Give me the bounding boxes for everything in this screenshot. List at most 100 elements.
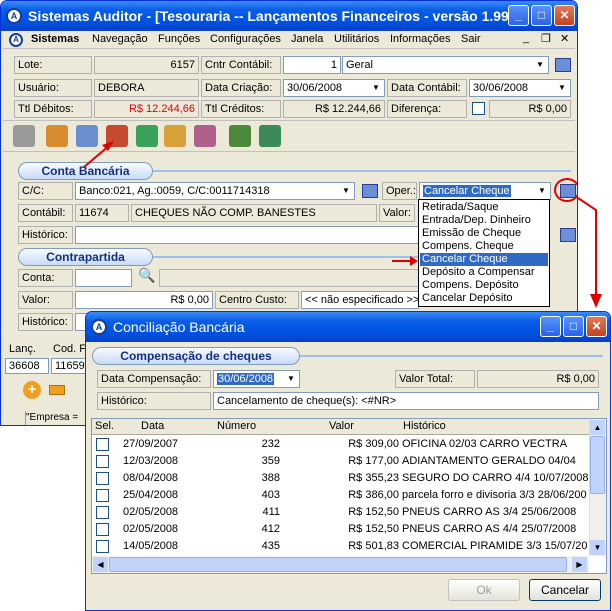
- user-search-icon[interactable]: [259, 125, 281, 147]
- menu-janela[interactable]: Janela: [291, 33, 323, 45]
- cell-historico: OFICINA 02/03 CARRO VECTRA: [402, 438, 568, 450]
- cp-valor-field[interactable]: R$ 0,00: [75, 291, 213, 309]
- lookup-icon[interactable]: [555, 58, 571, 72]
- cell-valor: R$ 152,50: [348, 523, 399, 535]
- data-comp-date[interactable]: 30/06/2008 ▼: [213, 370, 300, 388]
- cntr-num-field[interactable]: 1: [283, 56, 341, 74]
- usuario-field: DEBORA: [94, 79, 199, 97]
- cc-lookup-icon[interactable]: [362, 184, 378, 198]
- row-checkbox[interactable]: [96, 489, 109, 502]
- menu-informacoes[interactable]: Informações: [390, 33, 451, 45]
- menu-funcoes[interactable]: Funções: [158, 33, 200, 45]
- col-sel[interactable]: Sel.: [95, 420, 114, 432]
- row-checkbox[interactable]: [96, 438, 109, 451]
- dropdown-option[interactable]: Retirada/Saque: [420, 201, 548, 214]
- historico-lookup-icon[interactable]: [560, 228, 576, 242]
- approve-icon[interactable]: [229, 125, 251, 147]
- cc-select[interactable]: Banco:021, Ag.:0059, C/C:0011714318 ▼: [75, 182, 355, 200]
- dialog-close-button[interactable]: ✕: [586, 316, 607, 337]
- scroll-thumb[interactable]: [590, 436, 605, 494]
- oper-dropdown-list: Retirada/Saque Entrada/Dep. Dinheiro Emi…: [418, 199, 550, 307]
- dialog-minimize-button[interactable]: _: [540, 316, 561, 337]
- row-checkbox[interactable]: [96, 455, 109, 468]
- scroll-h-thumb[interactable]: [109, 557, 567, 572]
- search-icon[interactable]: 🔍: [138, 267, 155, 284]
- divider: [300, 355, 603, 357]
- col-historico[interactable]: Histórico: [403, 420, 446, 432]
- chevron-down-icon[interactable]: ▼: [555, 81, 569, 95]
- withdraw-icon[interactable]: [194, 125, 216, 147]
- dropdown-option[interactable]: Emissão de Cheque: [420, 227, 548, 240]
- chevron-down-icon[interactable]: ▼: [284, 372, 298, 386]
- maximize-button[interactable]: □: [531, 5, 552, 26]
- menu-sair[interactable]: Sair: [461, 33, 481, 45]
- cell-data: 02/05/2008: [123, 523, 179, 535]
- ledger-icon[interactable]: [46, 125, 68, 147]
- oper-select[interactable]: Cancelar Cheque ▼: [419, 182, 551, 200]
- close-button[interactable]: ✕: [554, 5, 575, 26]
- grid-header-lanc: Lanç.: [9, 343, 36, 355]
- dropdown-option[interactable]: Compens. Cheque: [420, 240, 548, 253]
- chevron-down-icon[interactable]: ▼: [535, 184, 549, 198]
- dropdown-option[interactable]: Compens. Depósito: [420, 279, 548, 292]
- criacao-date[interactable]: 30/06/2008 ▼: [283, 79, 385, 97]
- cheque-book-icon[interactable]: [76, 125, 98, 147]
- bank-icon[interactable]: [106, 125, 128, 147]
- diferenca-checkbox[interactable]: [472, 102, 485, 115]
- minimize-button[interactable]: _: [508, 5, 529, 26]
- menu-configuracoes[interactable]: Configurações: [210, 33, 281, 45]
- col-data[interactable]: Data: [141, 420, 164, 432]
- mdi-minimize-icon[interactable]: _: [523, 32, 529, 44]
- criacao-label: Data Criação:: [201, 79, 281, 97]
- scroll-left-icon[interactable]: ◀: [93, 557, 108, 572]
- col-numero[interactable]: Número: [217, 420, 256, 432]
- creditos-label: Ttl Créditos:: [201, 100, 281, 118]
- transfer-icon[interactable]: [136, 125, 158, 147]
- dropdown-option-selected[interactable]: Cancelar Cheque: [420, 253, 548, 266]
- contabil-desc: CHEQUES NÃO COMP. BANESTES: [131, 204, 377, 222]
- mdi-restore-icon[interactable]: ❐: [541, 32, 551, 45]
- data-comp-label: Data Compensação:: [97, 370, 211, 388]
- cell-numero: 232: [261, 438, 280, 450]
- menu-sistemas[interactable]: Sistemas: [31, 33, 79, 45]
- chevron-down-icon[interactable]: ▼: [339, 184, 353, 198]
- grid-cell-codf[interactable]: 11659: [51, 358, 89, 374]
- add-icon[interactable]: +: [23, 381, 41, 399]
- cancel-button[interactable]: Cancelar: [529, 579, 601, 601]
- menu-navegacao[interactable]: Navegação: [92, 33, 148, 45]
- row-checkbox[interactable]: [96, 506, 109, 519]
- cntr-select[interactable]: Geral ▼: [342, 56, 549, 74]
- cell-numero: 435: [261, 540, 280, 552]
- cc-label: C/C:: [18, 182, 73, 200]
- scroll-up-icon[interactable]: ▲: [590, 420, 605, 435]
- dialog-titlebar[interactable]: A Conciliação Bancária: [86, 312, 610, 342]
- valor-total-label: Valor Total:: [395, 370, 475, 388]
- dropdown-option[interactable]: Cancelar Depósito: [420, 292, 548, 305]
- mdi-close-icon[interactable]: ✕: [560, 32, 569, 45]
- printer-icon[interactable]: [13, 125, 35, 147]
- scroll-right-icon[interactable]: ▶: [572, 557, 587, 572]
- row-checkbox[interactable]: [96, 472, 109, 485]
- dialog-maximize-button[interactable]: □: [563, 316, 584, 337]
- remove-icon[interactable]: [49, 385, 65, 395]
- col-valor[interactable]: Valor: [329, 420, 354, 432]
- ok-button[interactable]: Ok: [448, 579, 520, 601]
- row-checkbox[interactable]: [96, 540, 109, 553]
- contabil-date-label: Data Contábil:: [387, 79, 467, 97]
- centro-select[interactable]: << não especificado >>: [301, 291, 419, 309]
- dropdown-option[interactable]: Depósito a Compensar: [420, 266, 548, 279]
- chevron-down-icon[interactable]: ▼: [533, 58, 547, 72]
- cntr-label: Cntr Contábil:: [201, 56, 281, 74]
- conta-field[interactable]: [75, 269, 132, 287]
- contabil-date[interactable]: 30/06/2008 ▼: [469, 79, 571, 97]
- row-checkbox[interactable]: [96, 523, 109, 536]
- grid-cell-lanc[interactable]: 36608: [5, 358, 49, 374]
- menu-utilitarios[interactable]: Utilitários: [334, 33, 379, 45]
- deposit-icon[interactable]: [164, 125, 186, 147]
- historico-field[interactable]: [75, 226, 419, 244]
- dropdown-option[interactable]: Entrada/Dep. Dinheiro: [420, 214, 548, 227]
- dialog-historico-field[interactable]: Cancelamento de cheque(s): <#NR>: [213, 392, 599, 410]
- chevron-down-icon[interactable]: ▼: [369, 81, 383, 95]
- main-titlebar[interactable]: A Sistemas Auditor - [Tesouraria -- Lanç…: [1, 1, 577, 31]
- scroll-down-icon[interactable]: ▼: [590, 540, 605, 555]
